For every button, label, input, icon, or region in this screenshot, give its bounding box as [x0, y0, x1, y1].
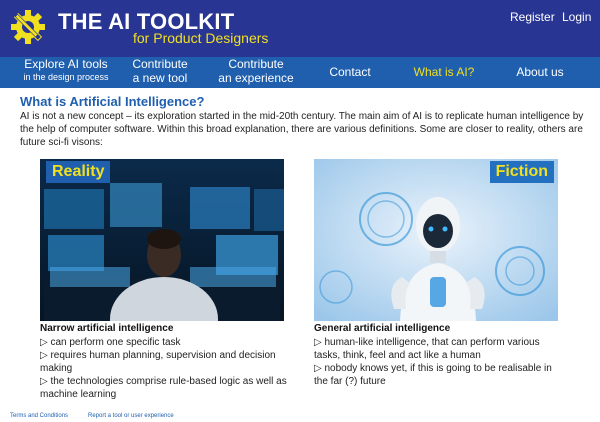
reality-image: Reality [40, 159, 284, 321]
list-item: ▷ requires human planning, supervision a… [40, 350, 276, 374]
reality-illustration [40, 159, 284, 321]
site-subtitle: for Product Designers [133, 30, 269, 46]
nav-contribute-exp-label: Contribute [228, 57, 284, 71]
nav-contribute-exp-sublabel: an experience [218, 70, 294, 85]
nav-contact[interactable]: Contact [326, 57, 374, 88]
terms-link[interactable]: Terms and Conditions [10, 413, 68, 419]
reality-list: ▷ can perform one specific task ▷ requir… [40, 336, 290, 401]
site-header: THE AI TOOLKIT for Product Designers Reg… [0, 0, 600, 57]
fiction-label: Fiction [489, 161, 554, 183]
nav-about-us[interactable]: About us [512, 57, 568, 88]
reality-title: Narrow artificial intelligence [40, 323, 174, 334]
page-title: What is Artificial Intelligence? [20, 94, 205, 109]
nav-explore-ai-tools[interactable]: Explore AI tools in the design process [20, 57, 112, 89]
intro-paragraph: AI is not a new concept – its exploratio… [20, 111, 584, 148]
main-nav: Explore AI tools in the design process C… [0, 57, 600, 88]
list-item: ▷ human-like intelligence, that can perf… [314, 337, 540, 361]
fiction-image: Fiction [314, 159, 558, 321]
nav-explore-label: Explore AI tools [24, 57, 108, 71]
fiction-list: ▷ human-like intelligence, that can perf… [314, 336, 564, 388]
nav-contribute-tool-sublabel: a new tool [132, 70, 188, 85]
register-link[interactable]: Register [510, 10, 555, 24]
nav-what-is-ai[interactable]: What is AI? [413, 57, 475, 88]
nav-contribute-tool[interactable]: Contribute a new tool [128, 57, 192, 89]
reality-label: Reality [46, 161, 111, 183]
fiction-illustration [314, 159, 558, 321]
login-link[interactable]: Login [562, 10, 591, 24]
fiction-title: General artificial intelligence [314, 323, 451, 334]
list-item: ▷ can perform one specific task [40, 337, 181, 348]
nav-explore-sublabel: in the design process [23, 71, 109, 82]
nav-contribute-tool-label: Contribute [132, 57, 188, 71]
list-item: ▷ nobody knows yet, if this is going to … [314, 363, 552, 387]
report-link[interactable]: Report a tool or user experience [88, 413, 174, 419]
gear-pencil-icon[interactable] [8, 7, 48, 47]
list-item: ▷ the technologies comprise rule-based l… [40, 376, 287, 400]
nav-contribute-experience[interactable]: Contribute an experience [216, 57, 296, 89]
